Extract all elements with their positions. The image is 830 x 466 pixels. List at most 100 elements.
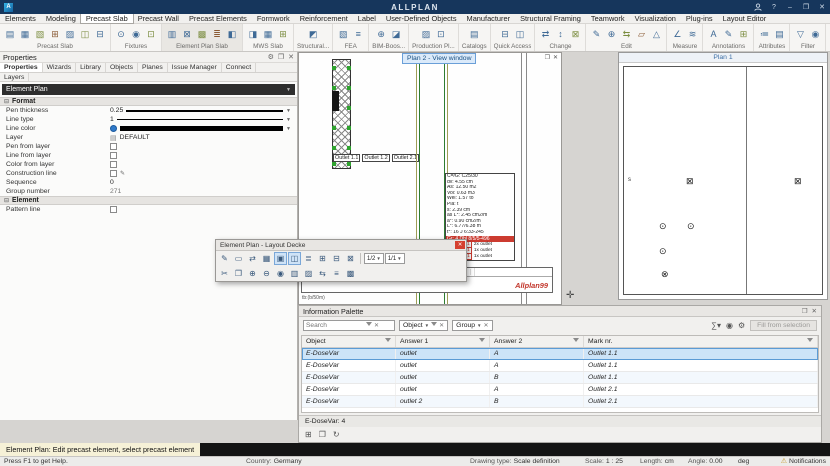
ribbon-tool-icon[interactable]: ⊞ [276, 27, 290, 42]
toolbar-icon[interactable]: ⊟ [330, 252, 343, 265]
outlet-mark[interactable]: ⊙ [687, 222, 695, 231]
line-from-layer-checkbox[interactable] [110, 152, 117, 159]
copy-icon[interactable]: ❐ [319, 430, 326, 439]
table-row[interactable]: E-DoseVaroutletBOutlet 1.1 [302, 372, 818, 384]
column-header-answer-2[interactable]: Answer 2 [490, 336, 584, 347]
menu-item-manufacturer[interactable]: Manufacturer [462, 14, 516, 23]
toolbar-icon[interactable]: ▣ [274, 252, 287, 265]
help-icon[interactable]: ? [766, 0, 782, 14]
ribbon-tool-icon[interactable]: ▨ [63, 27, 77, 42]
toolbar-icon[interactable]: ⇄ [246, 252, 259, 265]
fill-from-selection-button[interactable]: Fill from selection [750, 320, 817, 331]
ribbon-tool-icon[interactable]: ✎ [589, 27, 603, 42]
lattice-girder-drawing[interactable] [332, 59, 351, 169]
table-row[interactable]: E-DoseVaroutletAOutlet 1.1 [302, 348, 818, 360]
tab-wizards[interactable]: Wizards [43, 63, 77, 72]
filter-funnel-icon[interactable] [573, 338, 579, 345]
toolbar-icon[interactable]: ▦ [260, 252, 273, 265]
user-account-icon[interactable] [750, 0, 766, 14]
menu-item-plug-ins[interactable]: Plug-ins [681, 14, 718, 23]
export-icon[interactable]: ⊞ [305, 430, 312, 439]
clear-search-icon[interactable]: ✕ [374, 322, 379, 329]
ribbon-tool-icon[interactable]: ▩ [195, 27, 209, 42]
pan-move-icon[interactable]: ✛ [566, 290, 574, 301]
toolbar-icon[interactable]: ≣ [302, 252, 315, 265]
tab-issue-manager[interactable]: Issue Manager [168, 63, 222, 72]
ribbon-tool-icon[interactable]: ⇄ [538, 27, 552, 42]
ribbon-tool-icon[interactable]: △ [649, 27, 663, 42]
ribbon-tool-icon[interactable]: ⊞ [736, 27, 750, 42]
ribbon-tool-icon[interactable]: ⊕ [374, 27, 388, 42]
outlet-mark[interactable]: ⊗ [661, 270, 669, 279]
pattern-line-checkbox[interactable] [110, 206, 117, 213]
line-color-icon[interactable] [110, 125, 117, 132]
notifications-button[interactable]: ⚠Notifications [781, 457, 826, 466]
ribbon-tool-icon[interactable]: ▨ [419, 27, 433, 42]
layer-value[interactable]: DEFAULT [120, 134, 150, 141]
ribbon-tool-icon[interactable]: ◩ [306, 27, 320, 42]
ribbon-tool-icon[interactable]: ⊠ [180, 27, 194, 42]
ribbon-tool-icon[interactable]: ⊟ [498, 27, 512, 42]
ribbon-tool-icon[interactable]: ◫ [513, 27, 527, 42]
ribbon-tool-icon[interactable]: ▦ [261, 27, 275, 42]
column-header-answer-1[interactable]: Answer 1 [396, 336, 490, 347]
ribbon-tool-icon[interactable]: ▤ [3, 27, 17, 42]
floating-toolbar-titlebar[interactable]: Element Plan - Layout Decke ✕ [216, 240, 466, 251]
color-from-layer-checkbox[interactable] [110, 161, 117, 168]
toolbar-icon[interactable]: ◫ [288, 252, 301, 265]
command-line-bar[interactable]: Element Plan: Edit precast element, sele… [0, 443, 830, 456]
ribbon-tool-icon[interactable]: ⇆ [619, 27, 633, 42]
menu-item-visualization[interactable]: Visualization [630, 14, 681, 23]
filter-funnel-icon[interactable] [366, 322, 372, 329]
menu-item-structural-framing[interactable]: Structural Framing [515, 14, 586, 23]
tab-layers[interactable]: Layers [0, 73, 29, 81]
tab-planes[interactable]: Planes [138, 63, 168, 72]
menu-item-precast-elements[interactable]: Precast Elements [184, 14, 252, 23]
group-number-value[interactable]: 271 [110, 188, 121, 195]
ribbon-tool-icon[interactable]: ⊙ [114, 27, 128, 42]
column-header-object[interactable]: Object [302, 336, 396, 347]
clear-filter-icon[interactable]: ✕ [484, 322, 489, 329]
tab-connect[interactable]: Connect [222, 63, 256, 72]
ribbon-tool-icon[interactable]: ⊠ [568, 27, 582, 42]
information-palette-header[interactable]: Information Palette ❐ ✕ [299, 306, 821, 317]
object-filter-dropdown[interactable]: Object ▼ ✕ [399, 320, 448, 331]
angle-field[interactable]: Angle:0.00 [688, 457, 723, 466]
ribbon-tool-icon[interactable]: A [706, 27, 720, 42]
group-filter-dropdown[interactable]: Group ▼ ✕ [452, 320, 492, 331]
table-row[interactable]: E-DoseVaroutlet 2BOutlet 2.1 [302, 396, 818, 408]
menu-item-precast-wall[interactable]: Precast Wall [133, 14, 184, 23]
scale-field[interactable]: Scale:1 : 25 [585, 457, 623, 466]
outlet-mark[interactable]: ⊙ [659, 247, 667, 256]
toolbar-icon[interactable]: ⇆ [316, 267, 329, 280]
outlet-tag[interactable]: Outlet 1.1 [333, 154, 360, 162]
sum-icon[interactable]: ∑▾ [711, 321, 721, 330]
table-row[interactable]: E-DoseVaroutletAOutlet 2.1 [302, 384, 818, 396]
ribbon-tool-icon[interactable]: ≣ [210, 27, 224, 42]
fixture-mark[interactable]: ⊠ [686, 177, 694, 186]
toolbar-icon[interactable]: ⊖ [260, 267, 273, 280]
element-plan-floating-toolbar[interactable]: Element Plan - Layout Decke ✕ ✎▭⇄▦▣◫≣⊞⊟⊠… [215, 239, 467, 282]
search-input[interactable] [306, 322, 364, 329]
toolbar-icon[interactable]: ▭ [232, 252, 245, 265]
chevron-down-icon[interactable]: ▼ [286, 108, 291, 114]
ribbon-tool-icon[interactable]: ◉ [129, 27, 143, 42]
plan1-canvas[interactable]: s ⊠⊠⊙⊙⊙⊗ [623, 66, 823, 295]
ribbon-tool-icon[interactable]: ⊟ [93, 27, 107, 42]
fixture-mark[interactable]: ⊠ [794, 177, 802, 186]
element-section-header[interactable]: ⊟ Element [0, 196, 297, 205]
tab-objects[interactable]: Objects [106, 63, 138, 72]
ribbon-tool-icon[interactable]: ▤ [467, 27, 481, 42]
ribbon-tool-icon[interactable]: ◫ [78, 27, 92, 42]
clear-filter-icon[interactable]: ✕ [439, 322, 444, 329]
toolbar-icon[interactable]: ✎ [218, 252, 231, 265]
tab-library[interactable]: Library [76, 63, 106, 72]
filter-funnel-icon[interactable] [807, 338, 813, 345]
plan1-window-title[interactable]: Plan 1 [619, 53, 827, 63]
ribbon-tool-icon[interactable]: ▧ [33, 27, 47, 42]
line-color-swatch[interactable] [120, 126, 283, 131]
toolbar-icon[interactable]: ❐ [232, 267, 245, 280]
ribbon-tool-icon[interactable]: ▤ [772, 27, 786, 42]
length-unit-field[interactable]: Length:cm [640, 457, 674, 466]
ribbon-tool-icon[interactable]: ▧ [336, 27, 350, 42]
